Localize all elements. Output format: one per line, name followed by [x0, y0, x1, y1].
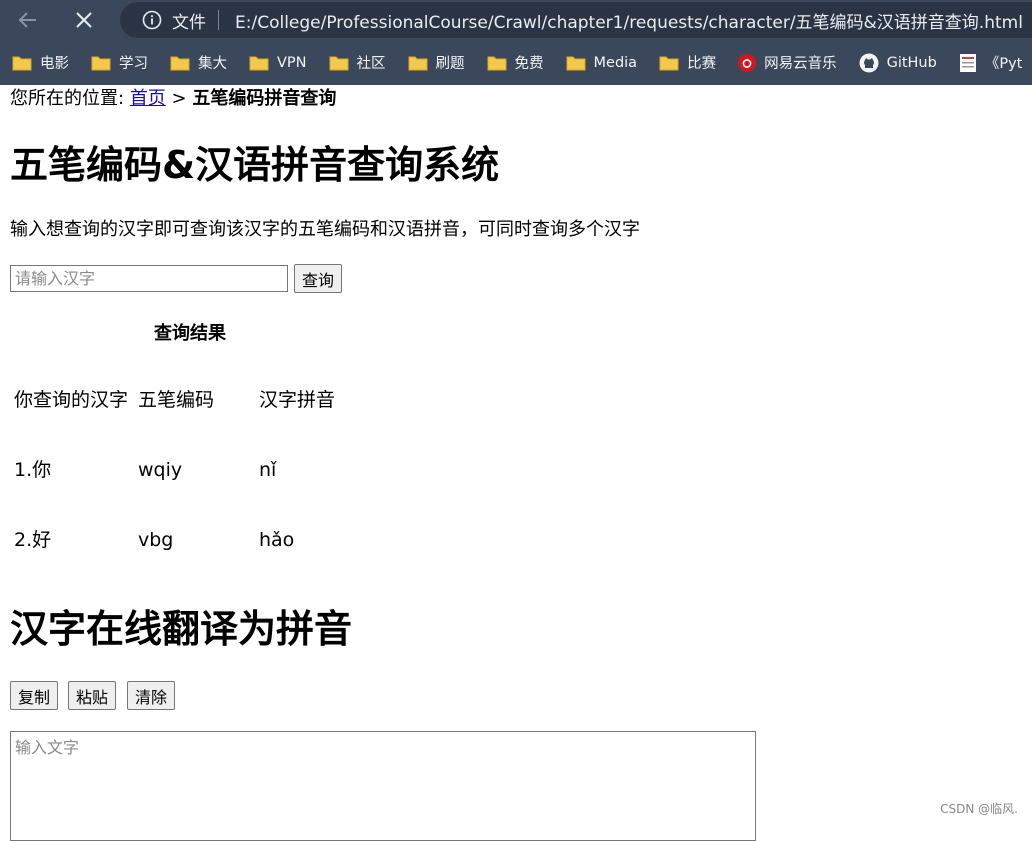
bookmark-item[interactable]: 集大 [170, 52, 227, 73]
folder-icon [249, 55, 269, 71]
bookmark-item[interactable]: Media [566, 54, 638, 71]
bookmark-label: 《Pyt [984, 56, 1023, 72]
netease-music-icon [738, 53, 757, 72]
bookmark-label: 电影 [40, 56, 69, 72]
github-icon [859, 53, 879, 73]
table-header: 汉字拼音 [259, 389, 336, 411]
bookmark-item[interactable]: 电影 [12, 52, 69, 73]
page-icon [959, 53, 977, 73]
folder-icon [659, 55, 679, 71]
bookmark-label: 社区 [356, 56, 386, 72]
bookmark-label: Media [593, 54, 638, 71]
url-text[interactable]: E:/College/ProfessionalCourse/Crawl/chap… [235, 8, 1023, 33]
bookmark-label: 集大 [198, 56, 227, 72]
section-title: 汉字在线翻译为拼音 [10, 607, 353, 651]
bookmark-item[interactable]: 社区 [329, 52, 386, 73]
url-scheme-label: 文件 [172, 12, 206, 33]
bookmark-label: 学习 [119, 56, 148, 72]
stop-button[interactable] [68, 4, 100, 36]
bookmark-label: 免费 [514, 56, 544, 72]
table-cell: nǐ [259, 459, 277, 481]
results-caption: 查询结果 [154, 323, 226, 344]
table-header: 你查询的汉字 [14, 389, 129, 411]
folder-icon [566, 55, 586, 71]
table-cell: vbg [138, 529, 174, 551]
close-icon [76, 12, 92, 28]
search-input[interactable] [10, 265, 288, 292]
bookmark-item[interactable]: 网易云音乐 [738, 52, 837, 73]
clear-button[interactable]: 清除 [127, 681, 176, 710]
watermark: CSDN @临风. [940, 802, 1018, 816]
bookmark-item[interactable]: 学习 [91, 52, 148, 73]
table-cell: 1.你 [14, 459, 52, 481]
home-link[interactable]: 首页 [130, 88, 166, 109]
table-cell: wqiy [138, 459, 183, 481]
page-title: 五笔编码&汉语拼音查询系统 [10, 143, 500, 187]
bookmark-item[interactable]: 比赛 [659, 52, 716, 73]
site-info-icon[interactable] [142, 10, 162, 30]
query-button[interactable]: 查询 [294, 264, 343, 293]
bookmark-item[interactable]: VPN [249, 55, 307, 71]
back-button[interactable] [12, 4, 44, 36]
table-header: 五笔编码 [138, 389, 215, 411]
bookmark-label: GitHub [886, 54, 937, 71]
page-content: 您所在的位置: 首页 > 五笔编码拼音查询 五笔编码&汉语拼音查询系统 输入想查… [0, 85, 1032, 841]
folder-icon [487, 55, 507, 71]
folder-icon [91, 55, 111, 71]
folder-icon [329, 55, 349, 71]
copy-button[interactable]: 复制 [10, 681, 59, 710]
bookmark-item[interactable]: 《Pyt [959, 52, 1023, 73]
bookmarks-bar: 电影 学习 集大 VPN 社区 刷题 免费 Media 比赛 网易云音乐 Git… [0, 40, 1032, 85]
breadcrumb: 您所在的位置: 首页 > 五笔编码拼音查询 [10, 88, 336, 110]
table-cell: 2.好 [14, 529, 52, 551]
url-divider [218, 10, 219, 30]
folder-icon [170, 55, 190, 71]
bookmark-label: 刷题 [435, 56, 465, 72]
browser-toolbar: 文件 E:/College/ProfessionalCourse/Crawl/c… [0, 0, 1032, 40]
bookmark-label: 网易云音乐 [764, 56, 837, 72]
breadcrumb-current: 五笔编码拼音查询 [192, 88, 337, 109]
bookmark-label: 比赛 [687, 56, 717, 72]
back-arrow-icon [18, 12, 36, 28]
breadcrumb-separator: > [171, 88, 187, 109]
bookmark-label: VPN [277, 54, 307, 71]
bookmark-item[interactable]: 刷题 [408, 52, 465, 73]
breadcrumb-prefix: 您所在的位置: [10, 88, 125, 109]
address-bar[interactable]: 文件 E:/College/ProfessionalCourse/Crawl/c… [120, 2, 1032, 38]
table-cell: hǎo [259, 529, 295, 551]
folder-icon [408, 55, 428, 71]
bookmark-item[interactable]: GitHub [859, 53, 937, 73]
page-description: 输入想查询的汉字即可查询该汉字的五笔编码和汉语拼音，可同时查询多个汉字 [10, 219, 640, 240]
paste-button[interactable]: 粘贴 [68, 681, 117, 710]
bookmark-item[interactable]: 免费 [487, 52, 544, 73]
folder-icon [12, 55, 32, 71]
